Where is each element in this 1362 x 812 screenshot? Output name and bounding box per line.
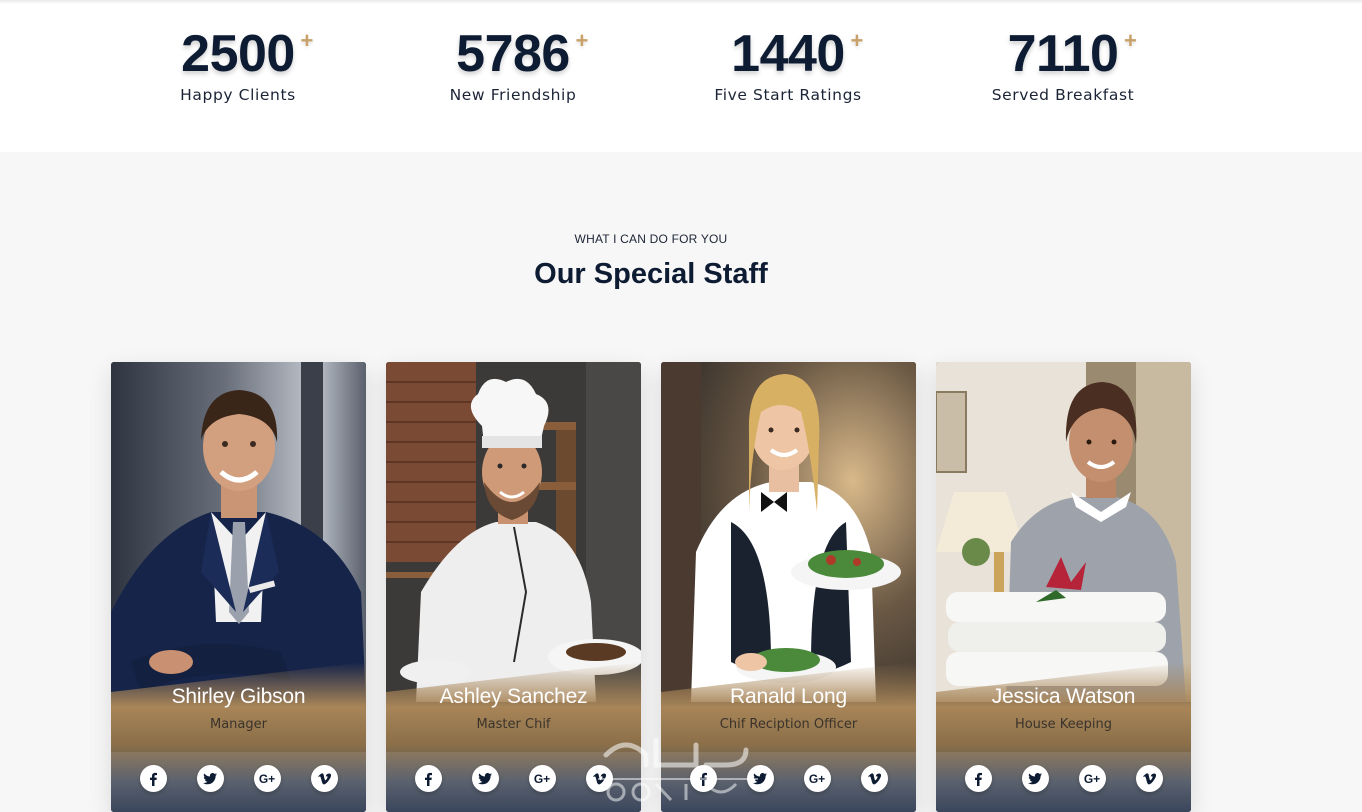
stats-section: 2500 + Happy Clients 5786 + New Friendship… [0, 0, 1362, 152]
stat-value: 7110 + [1007, 25, 1137, 83]
stat-value: 5786 + [456, 25, 588, 83]
facebook-icon[interactable] [689, 765, 717, 792]
plus-superscript: + [1124, 28, 1137, 53]
staff-role: Master Chif [476, 717, 551, 732]
plus-superscript: + [300, 28, 313, 53]
staff-photo [111, 362, 366, 702]
stat-new-friendship: 5786 + New Friendship [388, 24, 638, 104]
stat-happy-clients: 2500 + Happy Clients [113, 24, 363, 104]
google-plus-icon[interactable]: G+ [528, 765, 556, 792]
staff-role: Manager [210, 717, 267, 732]
vimeo-icon[interactable] [585, 765, 613, 792]
plus-superscript: + [575, 28, 588, 53]
stat-label: Happy Clients [180, 86, 296, 104]
plus-superscript: + [850, 28, 863, 53]
social-links: G+ [386, 765, 641, 792]
stat-value: 2500 + [181, 25, 313, 83]
staff-photo [936, 362, 1191, 702]
twitter-icon[interactable] [1021, 765, 1049, 792]
twitter-icon[interactable] [471, 765, 499, 792]
stat-value: 1440 + [731, 25, 863, 83]
stat-served-breakfast: 7110 + Served Breakfast [938, 24, 1188, 104]
vimeo-icon[interactable] [1135, 765, 1163, 792]
vimeo-icon[interactable] [860, 765, 888, 792]
facebook-icon[interactable] [964, 765, 992, 792]
social-links: G+ [111, 765, 366, 792]
staff-role: Chif Reciption Officer [719, 717, 858, 732]
stat-label: New Friendship [449, 86, 577, 104]
staff-card[interactable]: Jessica Watson House Keeping G+ [936, 362, 1191, 812]
staff-photo [386, 362, 641, 702]
staff-photo [661, 362, 916, 702]
section-subtitle: WHAT I CAN DO FOR YOU [574, 232, 728, 246]
staff-card[interactable]: Ranald Long Chif Reciption Officer G+ [661, 362, 916, 812]
twitter-icon[interactable] [746, 765, 774, 792]
staff-name: Shirley Gibson [171, 685, 306, 708]
social-links: G+ [936, 765, 1191, 792]
stat-label: Five Start Ratings [714, 86, 862, 104]
staff-role: House Keeping [1014, 717, 1113, 732]
section-title: Our Special Staff [534, 258, 768, 290]
facebook-icon[interactable] [414, 765, 442, 792]
twitter-icon[interactable] [196, 765, 224, 792]
google-plus-icon[interactable]: G+ [1078, 765, 1106, 792]
staff-name: Ashley Sanchez [439, 685, 588, 708]
social-links: G+ [661, 765, 916, 792]
staff-name: Ranald Long [730, 685, 847, 708]
divider [0, 0, 1362, 4]
staff-card[interactable]: Shirley Gibson Manager G+ [111, 362, 366, 812]
staff-name: Jessica Watson [991, 685, 1136, 708]
vimeo-icon[interactable] [310, 765, 338, 792]
facebook-icon[interactable] [139, 765, 167, 792]
google-plus-icon[interactable]: G+ [253, 765, 281, 792]
staff-card[interactable]: Ashley Sanchez Master Chif G+ [386, 362, 641, 812]
google-plus-icon[interactable]: G+ [803, 765, 831, 792]
stat-five-start-ratings: 1440 + Five Start Ratings [663, 24, 913, 104]
stat-label: Served Breakfast [991, 86, 1135, 104]
